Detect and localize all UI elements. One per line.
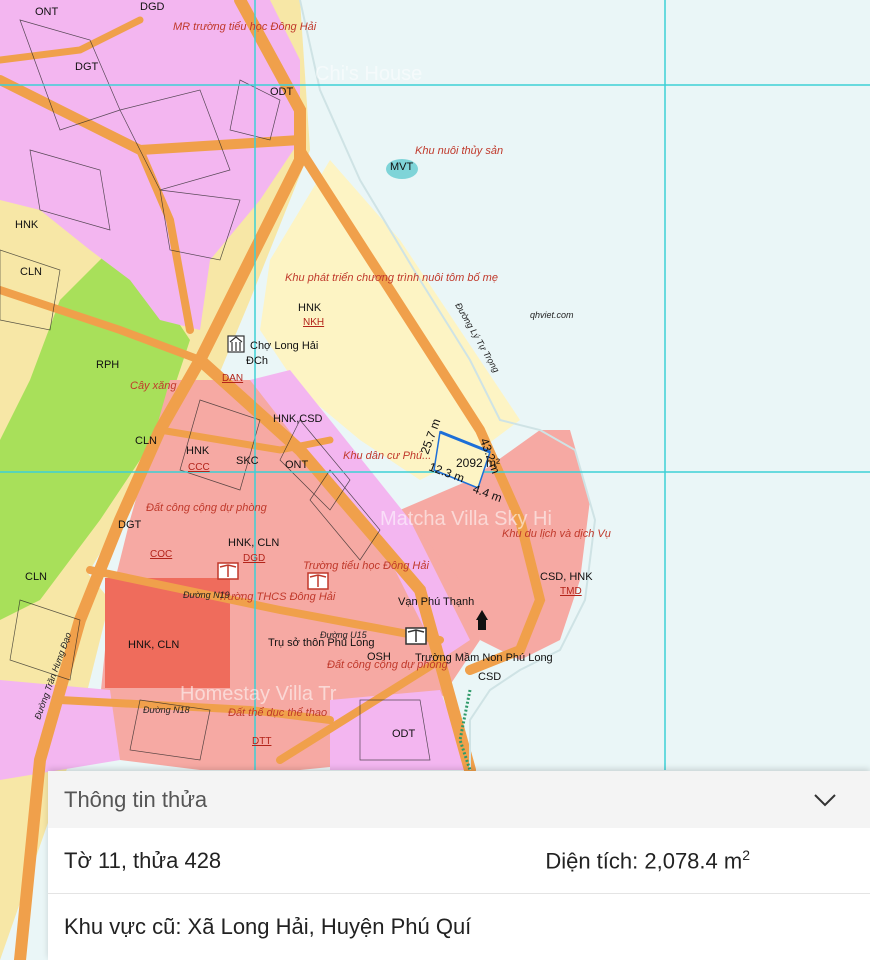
plot-code: HNK <box>298 302 322 314</box>
market-icon <box>227 335 245 353</box>
place-label: Cây xăng <box>130 380 177 392</box>
plot-code: HNK,CSD <box>273 413 323 425</box>
plot-code: ODT <box>270 86 294 98</box>
parcel-number: Tờ 11, thửa 428 <box>64 847 222 873</box>
parcel-info-panel: Thông tin thửa Tờ 11, thửa 428 Diện tích… <box>48 771 870 960</box>
plot-code: HNK <box>15 219 39 231</box>
plot-code: CLN <box>25 571 47 583</box>
panel-title: Thông tin thửa <box>64 786 208 812</box>
kindergarten-icon <box>405 627 427 645</box>
old-area-row: Khu vực cũ: Xã Long Hải, Huyện Phú Quí <box>48 894 870 960</box>
plot-code: ĐCh <box>246 355 268 367</box>
ghost-label-2: Matcha Villa Sky Hi <box>380 508 552 530</box>
plot-code: RPH <box>96 359 119 371</box>
school-icon <box>307 572 329 590</box>
plot-code: OSH <box>367 651 391 663</box>
place-label: MR trường tiểu học Đông Hải <box>173 21 317 33</box>
plot-code: CLN <box>135 435 157 447</box>
area-unit-sup: 2 <box>742 846 750 863</box>
plot-code: CSD, HNK <box>540 571 593 583</box>
ghost-label-3: Homestay Villa Tr <box>180 683 337 705</box>
place-label: Trường Mầm Non Phú Long <box>415 652 553 664</box>
plot-code: DGD <box>140 1 165 13</box>
place-label: Khu nuôi thủy sản <box>415 145 503 157</box>
school-icon <box>217 562 239 580</box>
watermark: qhviet.com <box>530 310 574 320</box>
plot-code: ONT <box>285 459 309 471</box>
plot-code: CLN <box>20 266 42 278</box>
plot-code: COC <box>150 549 172 560</box>
plot-code: DTT <box>252 736 271 747</box>
plot-code: ODT <box>392 728 416 740</box>
plot-code: DAN <box>222 373 243 384</box>
place-label: Khu phát triển chương trình nuôi tôm bố … <box>285 272 498 284</box>
ghost-label-1: Chi's House <box>315 63 422 85</box>
parcel-row: Tờ 11, thửa 428 Diện tích: 2,078.4 m2 <box>48 828 870 894</box>
parcel-area: Diện tích: 2,078.4 m2 <box>545 847 750 874</box>
chevron-down-icon[interactable] <box>812 787 838 813</box>
plot-code: DGT <box>75 61 99 73</box>
plot-code: ONT <box>35 6 59 18</box>
street-label: Đường U15 <box>320 630 368 640</box>
plot-code: HNK, CLN <box>128 639 179 651</box>
place-label: Khu du lịch và dịch Vụ <box>502 528 611 540</box>
street-label: Đường N18 <box>143 705 190 715</box>
place-label: Trường tiểu học Đông Hải <box>303 560 429 572</box>
place-label: Đất công cộng dự phòng <box>146 502 268 514</box>
panel-header[interactable]: Thông tin thửa <box>48 771 870 828</box>
plot-code: DGT <box>118 519 142 531</box>
old-area-text: Khu vực cũ: Xã Long Hải, Huyện Phú Quí <box>64 914 472 939</box>
plot-code: MVT <box>390 161 414 173</box>
plot-code: CSD <box>478 671 501 683</box>
plot-code: HNK, CLN <box>228 537 279 549</box>
plot-code: NKH <box>303 317 324 328</box>
plot-code: TMD <box>560 586 582 597</box>
plot-code: HNK <box>186 445 210 457</box>
street-label: Đường N19 <box>183 590 230 600</box>
area-label: 2092 m² <box>456 456 500 470</box>
place-label: Chợ Long Hải <box>250 340 318 352</box>
area-text: Diện tích: 2,078.4 m <box>545 848 743 874</box>
plot-code: CCC <box>188 462 210 473</box>
plot-code: DGD <box>243 553 265 564</box>
place-label: Trường THCS Đông Hải <box>218 591 336 603</box>
place-label: Vạn Phú Thạnh <box>398 596 474 608</box>
plot-code: SKC <box>236 455 259 467</box>
place-label: Đất thể dục thể thao <box>228 707 327 719</box>
